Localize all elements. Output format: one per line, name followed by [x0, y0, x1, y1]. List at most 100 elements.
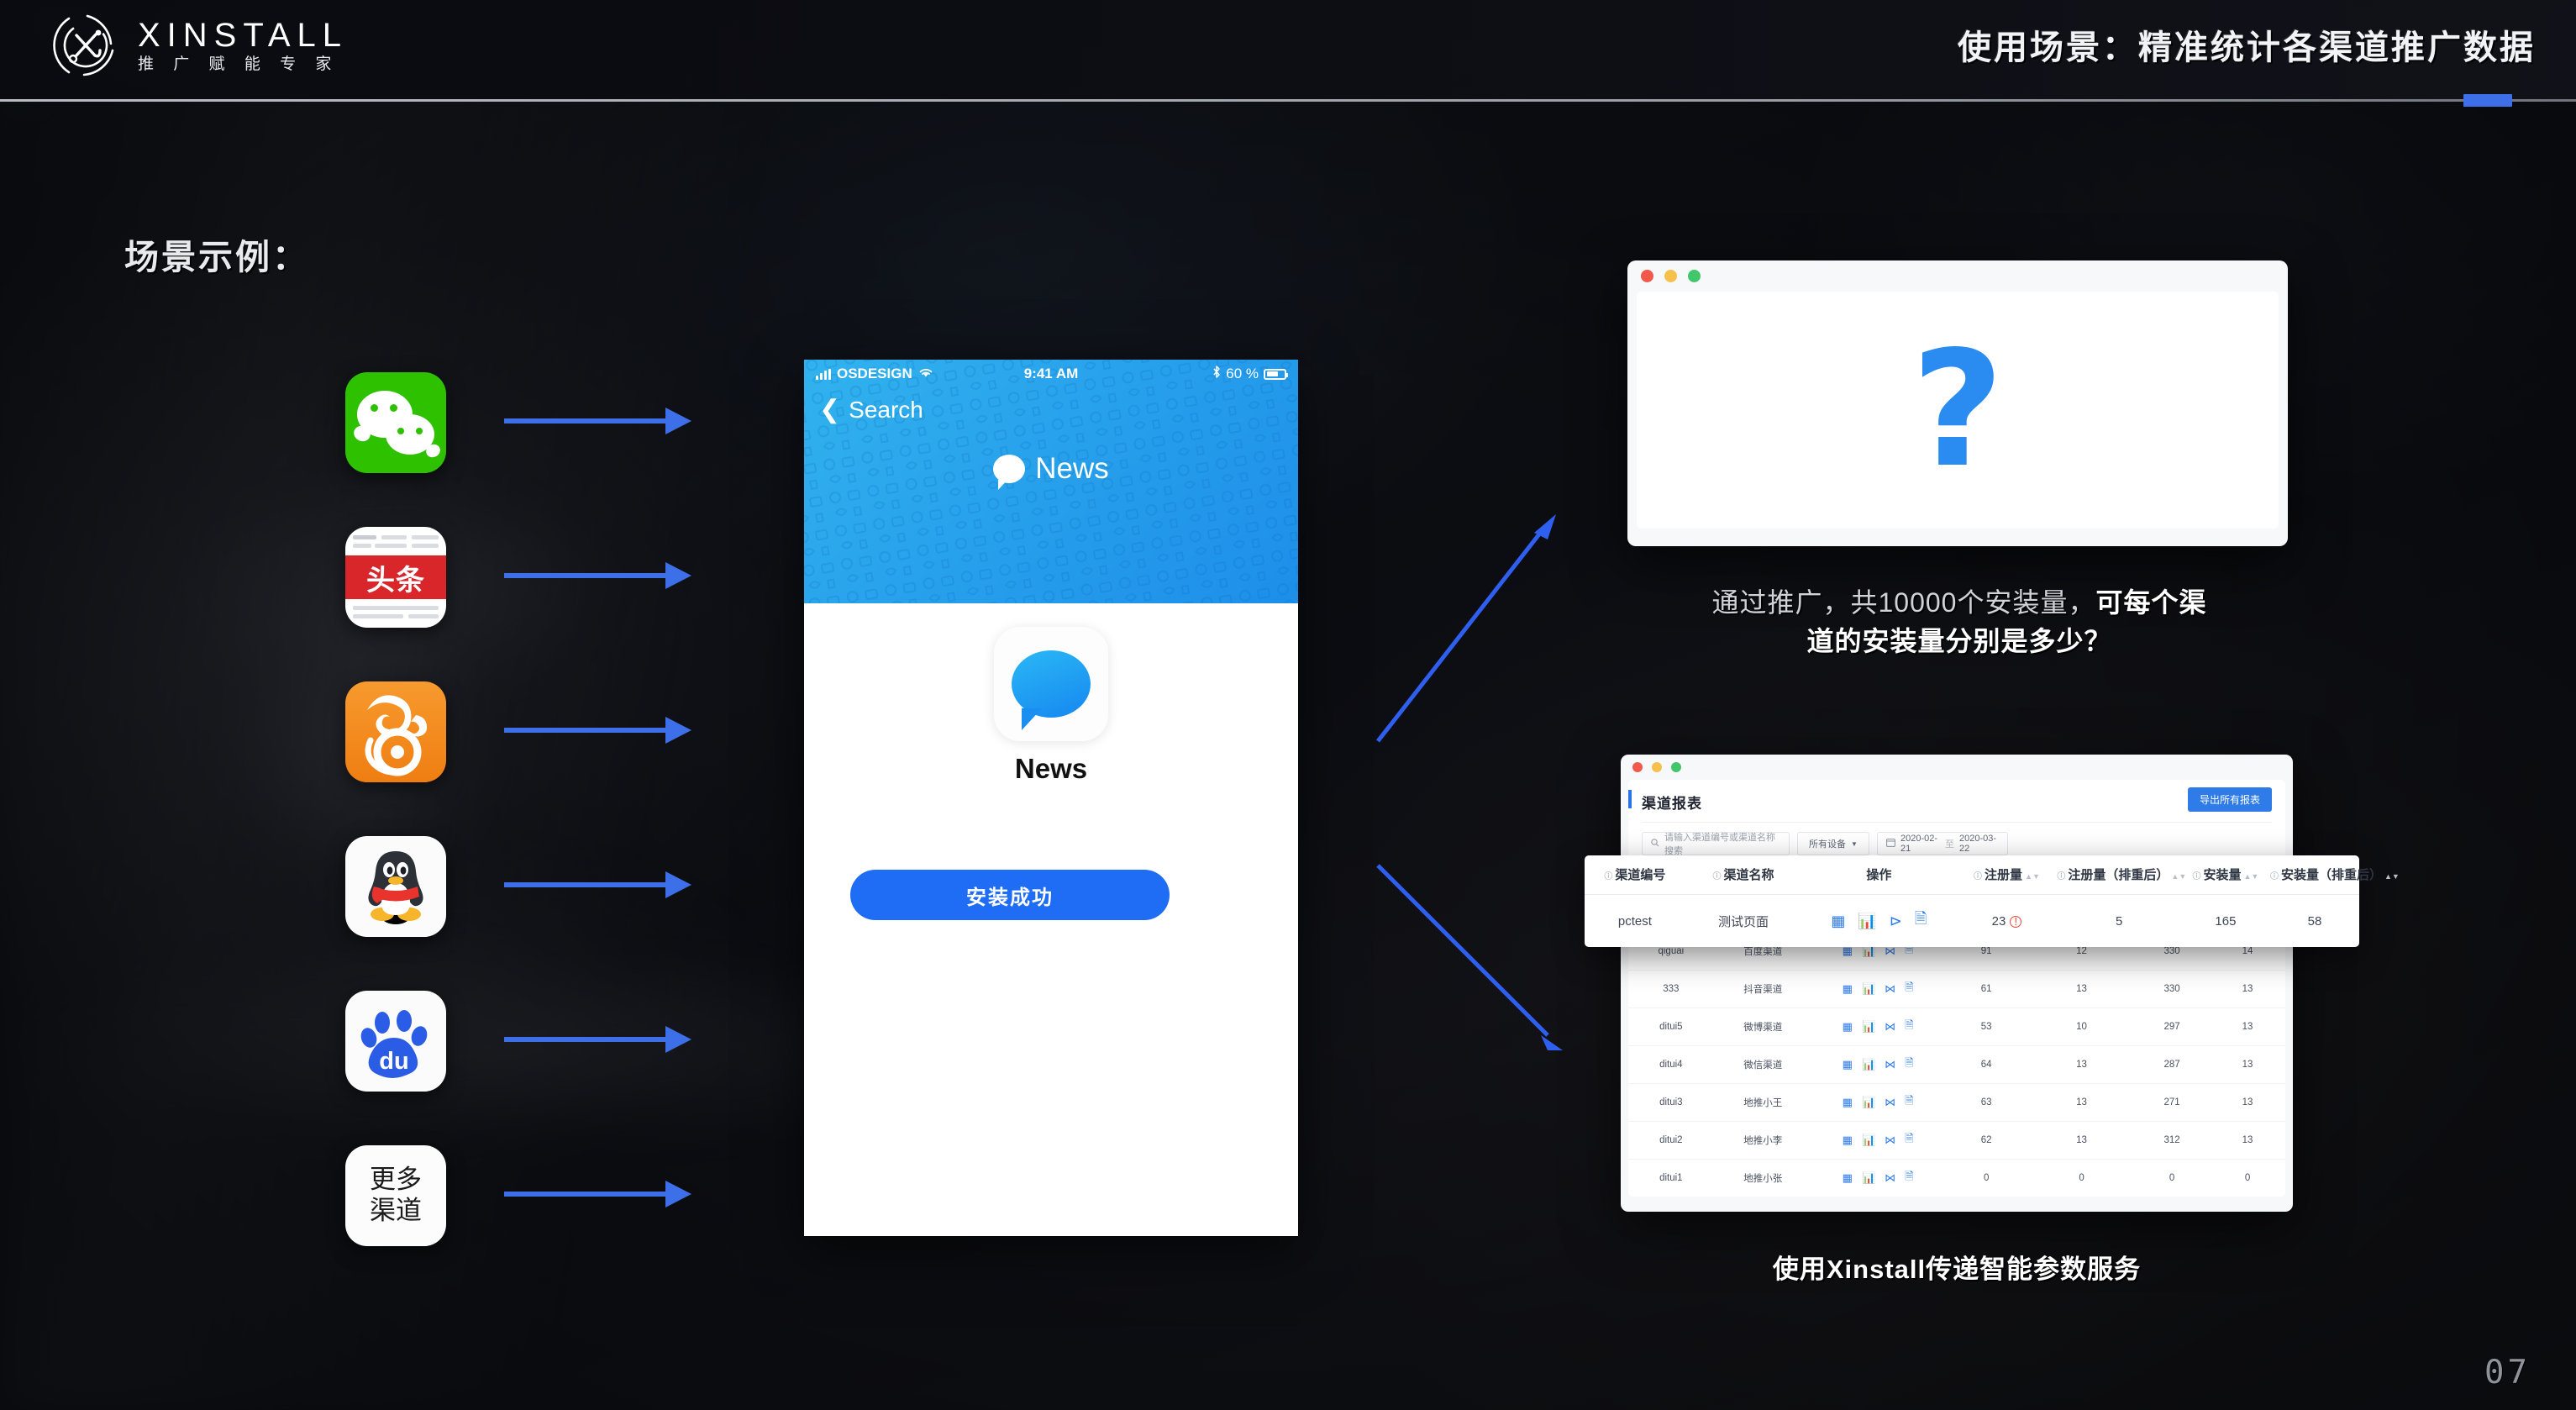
- qrcode-icon[interactable]: ▦: [1843, 1058, 1853, 1071]
- more-channels-icon: 更多 渠道: [345, 1145, 446, 1246]
- export-file-icon[interactable]: 🗎: [1905, 980, 1913, 998]
- col-install[interactable]: ⓘ安装量▲▼: [2180, 855, 2270, 895]
- uc-browser-icon: [345, 681, 446, 782]
- share-icon[interactable]: ⊳: [1890, 913, 1902, 930]
- col-install-dedup[interactable]: ⓘ安装量（排重后）▲▼: [2269, 855, 2400, 895]
- cell-register-dedup: 13: [2029, 970, 2135, 1008]
- minimize-yellow-dot[interactable]: [1652, 762, 1662, 772]
- cell-channel-name: 微信渠道: [1713, 1045, 1812, 1084]
- qrcode-icon[interactable]: ▦: [1843, 982, 1853, 996]
- cell-register-dedup: 13: [2029, 1045, 2135, 1084]
- calendar-icon: [1886, 838, 1895, 850]
- xinstall-logo-icon: [50, 10, 121, 81]
- chart-icon[interactable]: 📊: [1862, 1020, 1875, 1034]
- phone-battery-label: 60 %: [1226, 366, 1259, 381]
- chevron-left-icon[interactable]: ❮: [819, 397, 840, 423]
- report-browser-window: 渠道报表 导出所有报表 请输入渠道编号或渠道名称搜索 所有设备 ▼ 2020-0…: [1621, 755, 2293, 1212]
- featured-table: ⓘ 渠道编号 ⓘ 渠道名称 操作 ⓘ 注册量 ▲▼ ⓘ 注册量（排重后） ▲▼ ⓘ 安装量 ▲▼…: [1585, 855, 2400, 948]
- report-featured-overlay: ⓘ 渠道编号 ⓘ 渠道名称 操作 ⓘ 注册量 ▲▼ ⓘ 注册量（排重后） ▲▼ ⓘ 安装量 ▲▼…: [1585, 855, 2400, 948]
- cell-channel-code: ditui2: [1628, 1121, 1714, 1160]
- cell-install: 271: [2134, 1083, 2211, 1122]
- search-input[interactable]: 请输入渠道编号或渠道名称搜索: [1642, 832, 1790, 856]
- share-icon[interactable]: ⋈: [1885, 1096, 1895, 1109]
- col-register-dedup[interactable]: ⓘ注册量（排重后）▲▼: [2057, 855, 2186, 895]
- col-channel-code[interactable]: ⓘ渠道编号: [1585, 855, 1685, 895]
- cell-install: 297: [2134, 1008, 2211, 1046]
- qrcode-icon[interactable]: ▦: [1843, 1171, 1853, 1185]
- phone-status-right: 60 %: [1212, 366, 1288, 382]
- battery-icon: [1264, 368, 1288, 380]
- export-file-icon[interactable]: 🗎: [1905, 1018, 1913, 1036]
- share-icon[interactable]: ⋈: [1885, 1171, 1895, 1185]
- table-row[interactable]: pctest 测试页面 ▦ 📊 ⊳ 🗎 23! 5 165 58: [1585, 895, 2359, 948]
- qrcode-icon[interactable]: ▦: [1843, 1020, 1853, 1034]
- minimize-yellow-dot[interactable]: [1664, 270, 1677, 282]
- table-row[interactable]: ditui3 地推小王 ▦ 📊 ⋈ 🗎 63 13 271 13: [1628, 1083, 2285, 1122]
- cell-register: 62: [1943, 1121, 2029, 1160]
- more-channels-label: 更多 渠道: [370, 1165, 422, 1225]
- date-range-picker[interactable]: 2020-02-21 至 2020-03-22: [1877, 832, 2008, 855]
- share-icon[interactable]: ⋈: [1885, 1058, 1895, 1071]
- export-file-icon[interactable]: 🗎: [1905, 1131, 1913, 1150]
- date-to: 2020-03-22: [1959, 834, 1997, 854]
- brand-name: XINSTALL: [138, 17, 348, 54]
- report-title: 渠道报表: [1642, 796, 1702, 812]
- chart-icon[interactable]: 📊: [1862, 1171, 1875, 1185]
- header-rule: [0, 99, 2576, 102]
- top-header-bar: XINSTALL 推 广 赋 能 专 家 使用场景：精准统计各渠道推广数据: [0, 0, 2576, 99]
- export-file-icon[interactable]: 🗎: [1915, 908, 1927, 934]
- share-icon[interactable]: ⋈: [1885, 982, 1895, 996]
- col-channel-name[interactable]: ⓘ渠道名称: [1685, 855, 1802, 895]
- table-row[interactable]: ditui4 微信渠道 ▦ 📊 ⋈ 🗎 64 13 287 13: [1628, 1045, 2285, 1084]
- cell-install: 330: [2134, 970, 2211, 1008]
- qrcode-icon[interactable]: ▦: [1843, 1134, 1853, 1147]
- close-red-dot[interactable]: [1641, 270, 1653, 282]
- share-icon[interactable]: ⋈: [1885, 1020, 1895, 1034]
- table-row[interactable]: ditui5 微博渠道 ▦ 📊 ⋈ 🗎 53 10 297 13: [1628, 1008, 2285, 1046]
- question-caption-line1-dim: 通过推广，共10000个安装量，: [1711, 587, 2096, 618]
- cell-register-dedup: 13: [2029, 1083, 2135, 1122]
- baidu-du-text: du: [379, 1048, 408, 1075]
- maximize-green-dot[interactable]: [1688, 270, 1701, 282]
- col-operations: 操作: [1801, 855, 1957, 895]
- device-select-label: 所有设备: [1809, 839, 1847, 850]
- cell-operations: ▦ 📊 ⋈ 🗎: [1811, 1045, 1944, 1084]
- featured-header-row: ⓘ 渠道编号 ⓘ 渠道名称 操作 ⓘ 注册量 ▲▼ ⓘ 注册量（排重后） ▲▼ ⓘ 安装量 ▲▼…: [1585, 855, 2400, 895]
- device-select[interactable]: 所有设备 ▼: [1797, 832, 1869, 855]
- chart-icon[interactable]: 📊: [1862, 1058, 1875, 1071]
- cell-channel-name: 微博渠道: [1713, 1008, 1812, 1046]
- maximize-green-dot[interactable]: [1671, 762, 1681, 772]
- news-app-name: News: [1014, 753, 1088, 784]
- install-success-button[interactable]: 安装成功: [850, 870, 1170, 920]
- chart-icon[interactable]: 📊: [1862, 982, 1875, 996]
- brand-tagline: 推 广 赋 能 专 家: [138, 55, 339, 73]
- chart-icon[interactable]: 📊: [1862, 1096, 1875, 1109]
- table-row[interactable]: ditui2 地推小李 ▦ 📊 ⋈ 🗎 62 13 312 13: [1628, 1121, 2285, 1160]
- channel-icon-column: 头条 du 更多 渠道: [345, 372, 446, 1246]
- phone-back-nav[interactable]: ❮ Search: [804, 388, 1298, 424]
- export-file-icon[interactable]: 🗎: [1905, 1093, 1913, 1112]
- chart-icon[interactable]: 📊: [1862, 1134, 1875, 1147]
- qrcode-icon[interactable]: ▦: [1831, 913, 1845, 930]
- cell-install-dedup: 13: [2210, 970, 2285, 1008]
- scene-example-label: 场景示例：: [124, 238, 309, 276]
- export-file-icon[interactable]: 🗎: [1905, 1169, 1913, 1187]
- table-row[interactable]: 333 抖音渠道 ▦ 📊 ⋈ 🗎 61 13 330 13: [1628, 970, 2285, 1008]
- cell-channel-code: ditui1: [1628, 1159, 1714, 1197]
- close-red-dot[interactable]: [1632, 762, 1643, 772]
- phone-back-label[interactable]: Search: [849, 397, 923, 424]
- export-all-reports-button[interactable]: 导出所有报表: [2187, 787, 2272, 812]
- phone-hero: OSDESIGN 9:41 AM 60 % ❮ Search News: [804, 360, 1298, 603]
- cell-channel-code: ditui3: [1628, 1083, 1714, 1122]
- brand-logo-text: XINSTALL 推 广 赋 能 专 家: [138, 18, 348, 72]
- share-icon[interactable]: ⋈: [1885, 1134, 1895, 1147]
- cell-register: 53: [1943, 1008, 2029, 1046]
- export-file-icon[interactable]: 🗎: [1905, 1055, 1913, 1074]
- col-register[interactable]: ⓘ注册量▲▼: [1956, 855, 2058, 895]
- featured-operations: ▦ 📊 ⊳ 🗎: [1801, 895, 1956, 948]
- cell-install-dedup: 0: [2210, 1159, 2285, 1197]
- featured-register: 23!: [1957, 895, 2058, 948]
- table-row[interactable]: ditui1 地推小张 ▦ 📊 ⋈ 🗎 0 0 0 0: [1628, 1159, 2285, 1197]
- qrcode-icon[interactable]: ▦: [1843, 1096, 1853, 1109]
- chart-icon[interactable]: 📊: [1858, 913, 1876, 930]
